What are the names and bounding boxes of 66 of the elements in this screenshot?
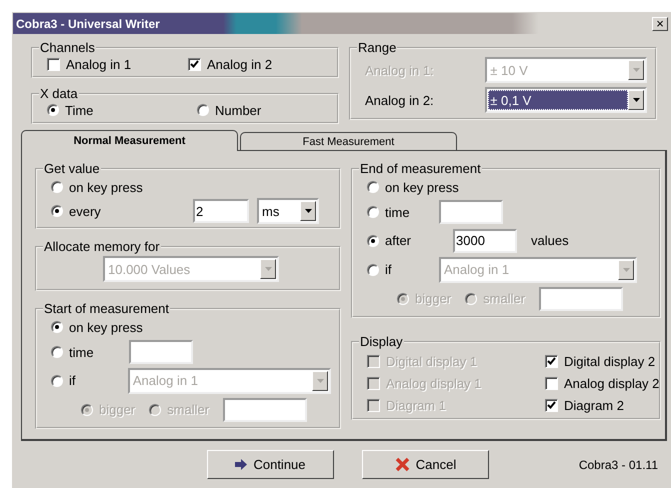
tab[interactable]: Fast Measurement [240,132,457,151]
radio-indicator[interactable] [51,205,63,217]
condition-radio[interactable]: after [367,233,439,248]
radio-indicator[interactable] [197,104,209,116]
checkbox-indicator[interactable] [545,354,558,368]
radio-indicator[interactable] [51,181,63,193]
x-data-title: X data [39,86,79,101]
get-value-radio[interactable]: every [51,204,193,218]
condition-radio[interactable]: if [51,373,128,388]
radio-indicator[interactable] [367,181,379,193]
x-data-radio[interactable]: Number [197,102,262,118]
close-button[interactable]: × [652,16,668,30]
channels-title: Channels [39,40,96,55]
condition-radio[interactable]: on key press [367,180,459,194]
time-field[interactable] [129,340,193,364]
check-icon [190,60,199,68]
checkbox-indicator[interactable] [545,398,558,412]
condition-radio[interactable]: if [367,262,439,277]
radio-indicator[interactable] [51,321,63,333]
arrow-icon [235,459,248,470]
version-label: Cobra3 - 01.11 [578,458,658,472]
radio-indicator[interactable] [47,104,59,116]
continue-button[interactable]: Continue [207,450,334,479]
check-icon [547,401,556,409]
x-data-radio[interactable]: Time [47,102,197,118]
check-icon [547,357,556,365]
caret-icon [622,268,630,272]
display-checkbox[interactable]: Analog display 2 [545,376,660,390]
count-field[interactable]: 3000 [453,228,517,252]
range-title: Range [357,40,398,55]
memory-title: Allocate memory for [43,239,161,254]
checkbox-indicator[interactable] [47,58,60,70]
radio-indicator[interactable] [51,346,63,358]
caret-icon [304,209,312,213]
display-checkbox[interactable]: Digital display 2 [545,354,656,368]
channel-checkbox[interactable]: Analog in 1 [47,56,188,72]
checkbox-indicator[interactable] [545,376,558,390]
channel-checkbox[interactable]: Analog in 2 [188,56,329,72]
caret-icon [632,98,640,102]
display-checkbox[interactable]: Diagram 2 [545,398,624,412]
tab[interactable]: Normal Measurement [21,130,238,151]
unit-dropdown[interactable]: ms [257,198,319,224]
range-dropdown[interactable]: ± 0,1 V [485,87,647,113]
range-label: Analog in 2: [365,92,435,108]
window-title: Cobra3 - Universal Writer [16,16,160,30]
caret-icon [264,267,272,271]
values-label: values [531,233,569,248]
radio-indicator[interactable] [367,234,379,246]
radio-indicator[interactable] [367,206,379,218]
start-title: Start of measurement [43,301,170,316]
caret-icon [316,378,324,382]
radio-indicator[interactable] [367,264,379,276]
caret-icon [632,68,640,72]
condition-radio[interactable]: time [367,204,439,220]
checkbox-indicator[interactable] [188,58,201,70]
display-title: Display [359,334,404,349]
end-title: End of measurement [359,161,482,176]
radio-indicator[interactable] [51,374,63,386]
cancel-button[interactable]: Cancel [362,450,489,479]
cross-icon [394,457,410,472]
condition-radio[interactable]: on key press [51,320,143,334]
get-value-radio[interactable]: on key press [51,180,143,194]
time-field[interactable] [439,200,503,224]
get-value-title: Get value [43,161,101,176]
interval-field[interactable]: 2 [193,199,249,223]
condition-radio[interactable]: time [51,344,129,360]
